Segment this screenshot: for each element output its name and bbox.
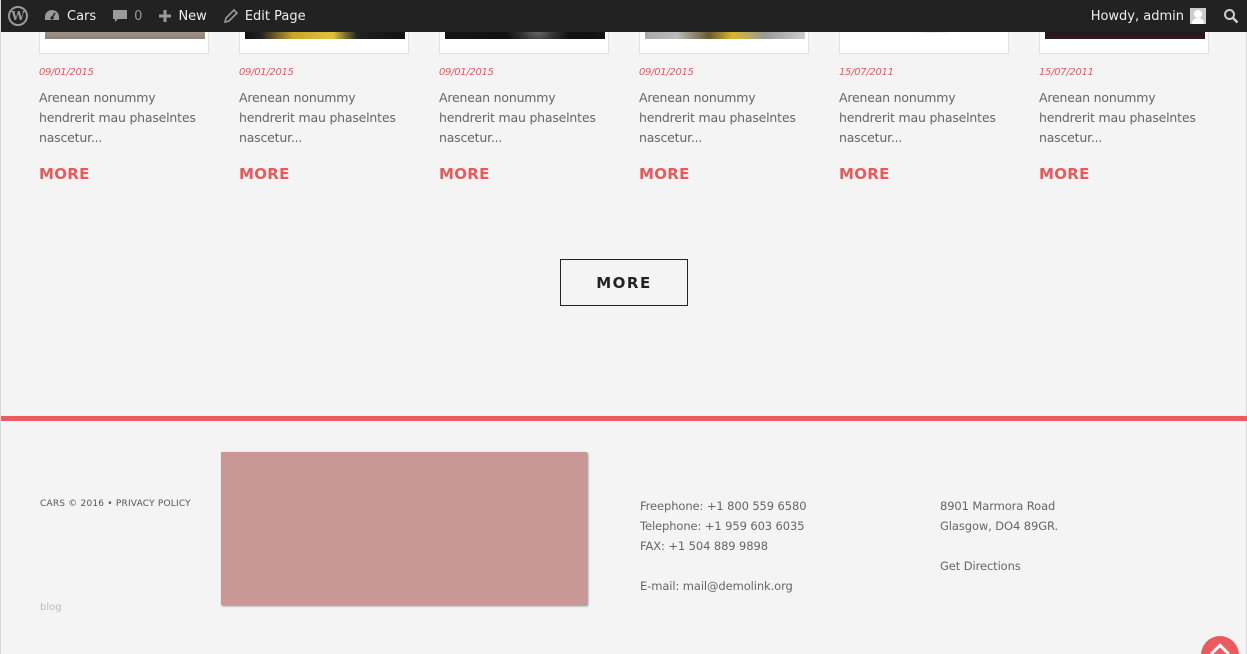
edit-page-label: Edit Page — [244, 8, 306, 24]
telephone: Telephone: +1 959 603 6035 — [640, 519, 805, 533]
scroll-to-top-button[interactable] — [1201, 636, 1239, 654]
post-more-link[interactable]: MORE — [1039, 165, 1090, 183]
admin-bar: W Cars 0 New Edit Page Howdy, admin — [1, 0, 1247, 32]
site-name-label: Cars — [67, 8, 97, 24]
comments-count: 0 — [134, 8, 143, 24]
post-excerpt: Arenean nonummy hendrerit mau phaselntes… — [639, 90, 796, 145]
freephone: Freephone: +1 800 559 6580 — [640, 499, 807, 513]
posts-grid: 09/01/2015 Arenean nonummy hendrerit mau… — [39, 22, 1219, 192]
post-more-link[interactable]: MORE — [239, 165, 290, 183]
post-date: 09/01/2015 — [439, 67, 494, 78]
edit-page-link[interactable]: Edit Page — [215, 0, 314, 32]
chevron-up-icon — [1210, 643, 1230, 654]
address-line-1: 8901 Marmora Road — [940, 499, 1056, 513]
search-button[interactable] — [1214, 0, 1247, 32]
my-account-menu[interactable]: Howdy, admin — [1083, 0, 1214, 32]
post-more-link[interactable]: MORE — [639, 165, 690, 183]
post-more-link[interactable]: MORE — [39, 165, 90, 183]
post-excerpt: Arenean nonummy hendrerit mau phaselntes… — [439, 90, 596, 145]
comment-icon — [113, 10, 128, 22]
address-info: 8901 Marmora Road Glasgow, DO4 89GR. Get… — [940, 496, 1058, 576]
map-placeholder[interactable] — [221, 452, 587, 605]
comments-menu[interactable]: 0 — [104, 0, 150, 32]
post-date: 15/07/2011 — [1039, 67, 1094, 78]
post-excerpt: Arenean nonummy hendrerit mau phaselntes… — [239, 90, 396, 145]
post-excerpt: Arenean nonummy hendrerit mau phaselntes… — [1039, 90, 1196, 145]
post-date: 09/01/2015 — [239, 67, 294, 78]
site-name-menu[interactable]: Cars — [35, 0, 104, 32]
fax: FAX: +1 504 889 9898 — [640, 539, 768, 553]
post-excerpt: Arenean nonummy hendrerit mau phaselntes… — [39, 90, 196, 145]
new-label: New — [178, 8, 207, 24]
new-content-menu[interactable]: New — [150, 0, 214, 32]
post-date: 09/01/2015 — [639, 67, 694, 78]
search-icon — [1224, 9, 1239, 24]
email-link[interactable]: E-mail: mail@demolink.org — [640, 576, 806, 596]
post-date: 15/07/2011 — [839, 67, 894, 78]
address-line-2: Glasgow, DO4 89GR. — [940, 519, 1059, 533]
load-more-button[interactable]: MORE — [560, 259, 688, 306]
post-date: 09/01/2015 — [39, 67, 94, 78]
footer-divider — [1, 416, 1247, 421]
plus-icon — [159, 10, 172, 22]
greeting: Howdy, admin — [1090, 8, 1184, 24]
get-directions-link[interactable]: Get Directions — [940, 556, 1058, 576]
post-excerpt: Arenean nonummy hendrerit mau phaselntes… — [839, 90, 996, 145]
dashboard-icon — [45, 10, 59, 20]
pencil-icon — [223, 8, 238, 24]
contact-info: Freephone: +1 800 559 6580 Telephone: +1… — [640, 496, 807, 596]
copyright[interactable]: CARS © 2016 • PRIVACY POLICY — [40, 499, 191, 509]
blog-link[interactable]: blog — [40, 602, 62, 613]
post-more-link[interactable]: MORE — [839, 165, 890, 183]
avatar — [1190, 8, 1206, 24]
wordpress-logo-icon: W — [8, 6, 28, 26]
post-more-link[interactable]: MORE — [439, 165, 490, 183]
wordpress-menu[interactable]: W — [1, 0, 35, 32]
